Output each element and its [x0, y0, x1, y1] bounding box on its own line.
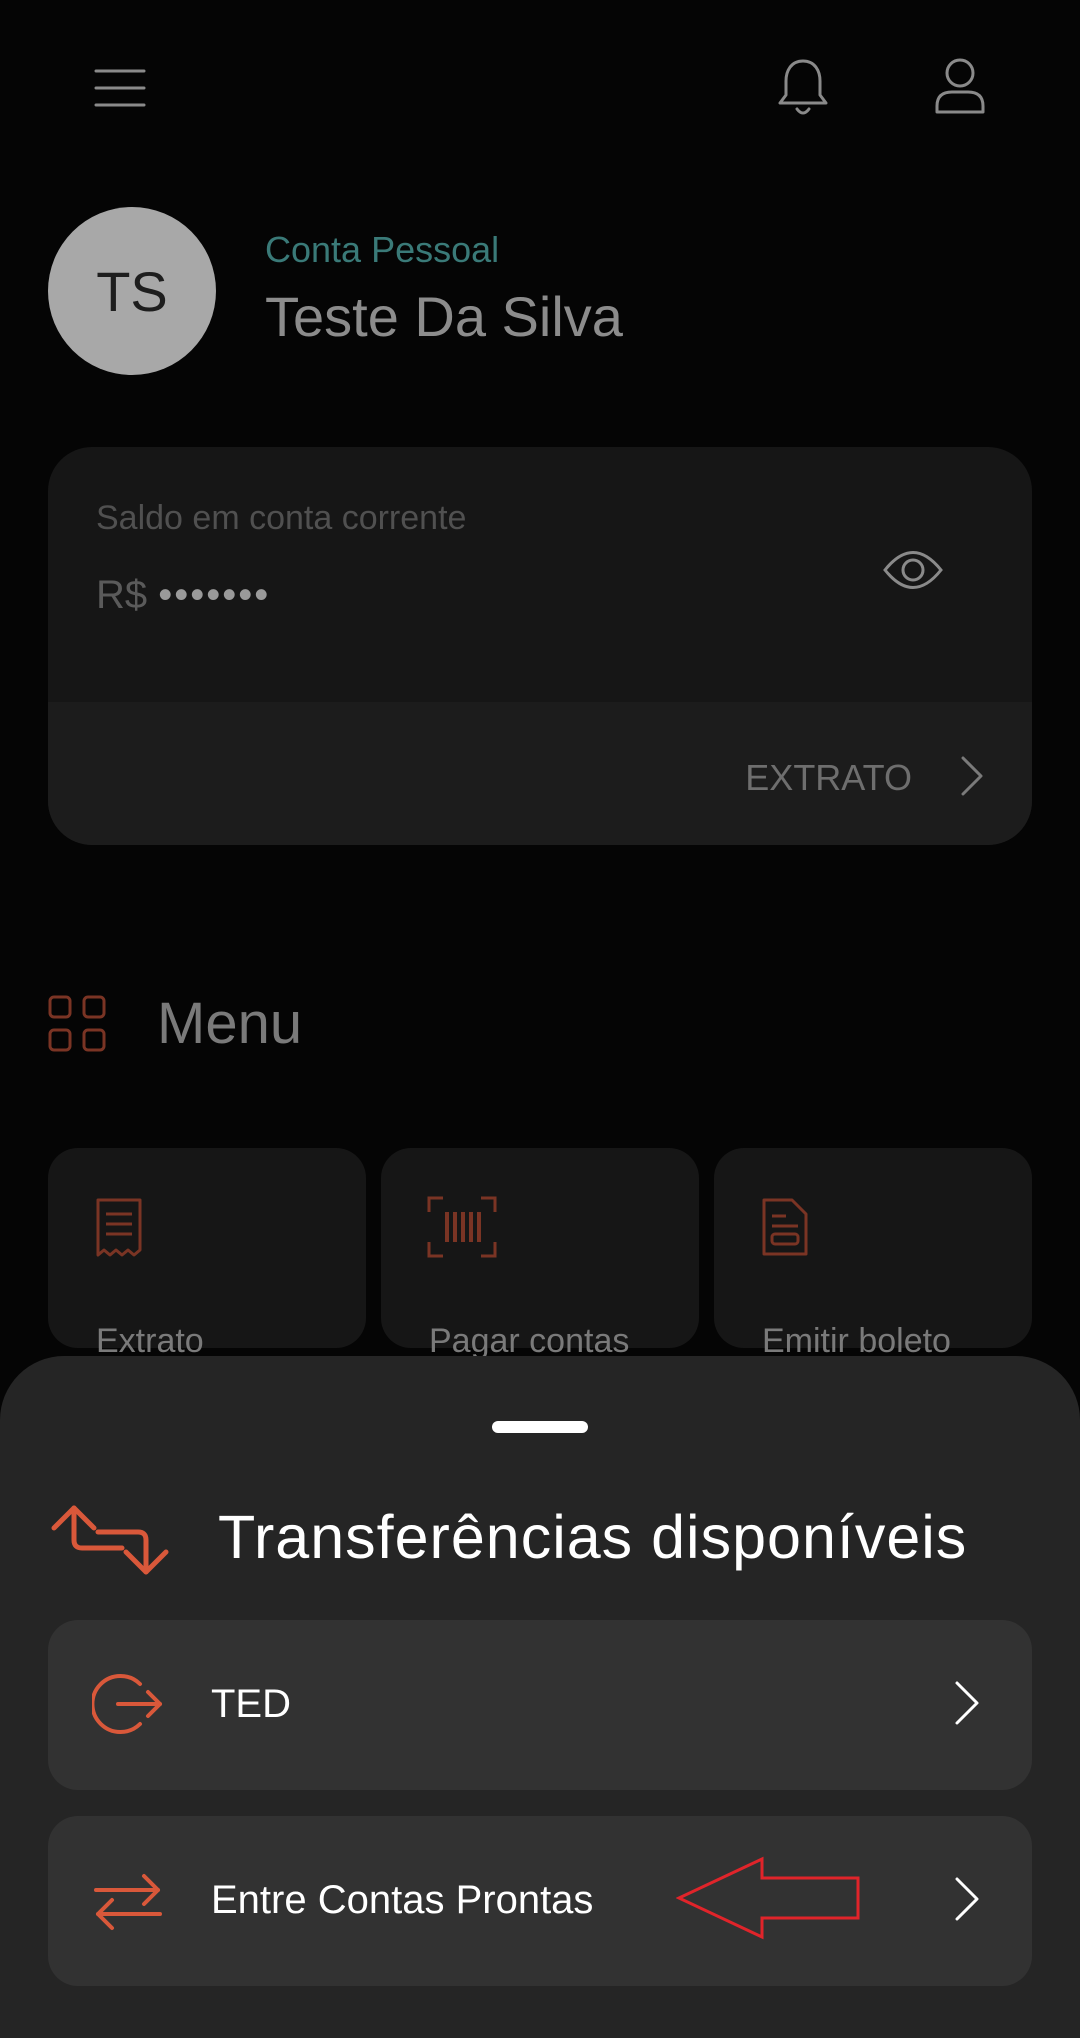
logout-arrow-icon — [92, 1672, 164, 1736]
eye-icon[interactable] — [882, 547, 944, 593]
balance-value: R$ ••••••• — [96, 573, 270, 618]
menu-tile-pagar-contas[interactable]: Pagar contas — [381, 1148, 699, 1360]
masked-balance: ••••••• — [158, 573, 271, 617]
sheet-drag-handle[interactable] — [492, 1421, 588, 1433]
option-label: TED — [211, 1682, 291, 1726]
sheet-title: Transferências disponíveis — [218, 1503, 968, 1571]
transfer-arrows-icon — [50, 1502, 170, 1578]
avatar: TS — [48, 207, 216, 375]
annotation-arrow-icon — [676, 1856, 862, 1940]
barcode-icon — [427, 1196, 497, 1258]
option-entre-contas-prontas[interactable]: Entre Contas Prontas — [48, 1816, 1032, 1986]
transfer-bottom-sheet: Transferências disponíveis TED Entre Con… — [0, 1356, 1080, 2038]
user-icon[interactable] — [934, 56, 986, 116]
balance-label: Saldo em conta corrente — [96, 499, 467, 537]
document-icon — [760, 1196, 810, 1258]
chevron-right-icon[interactable] — [960, 755, 984, 797]
menu-tile-emitir-boleto[interactable]: Emitir boleto — [714, 1148, 1032, 1360]
avatar-initials: TS — [96, 259, 168, 323]
bell-icon[interactable] — [776, 57, 830, 119]
chevron-right-icon — [954, 1876, 980, 1922]
option-ted[interactable]: TED — [48, 1620, 1032, 1790]
account-holder-name: Teste Da Silva — [265, 285, 623, 348]
balance-card: Saldo em conta corrente R$ ••••••• EXTRA… — [48, 447, 1032, 845]
hamburger-icon[interactable] — [94, 68, 146, 108]
swap-arrows-icon — [92, 1870, 164, 1934]
receipt-icon — [94, 1196, 144, 1258]
grid-icon — [48, 995, 108, 1053]
option-label: Entre Contas Prontas — [211, 1878, 594, 1922]
currency-symbol: R$ — [96, 573, 148, 617]
account-type: Conta Pessoal — [265, 229, 500, 270]
chevron-right-icon — [954, 1680, 980, 1726]
statement-link[interactable]: EXTRATO — [745, 757, 912, 799]
menu-title: Menu — [157, 991, 303, 1056]
menu-tile-extrato[interactable]: Extrato — [48, 1148, 366, 1360]
